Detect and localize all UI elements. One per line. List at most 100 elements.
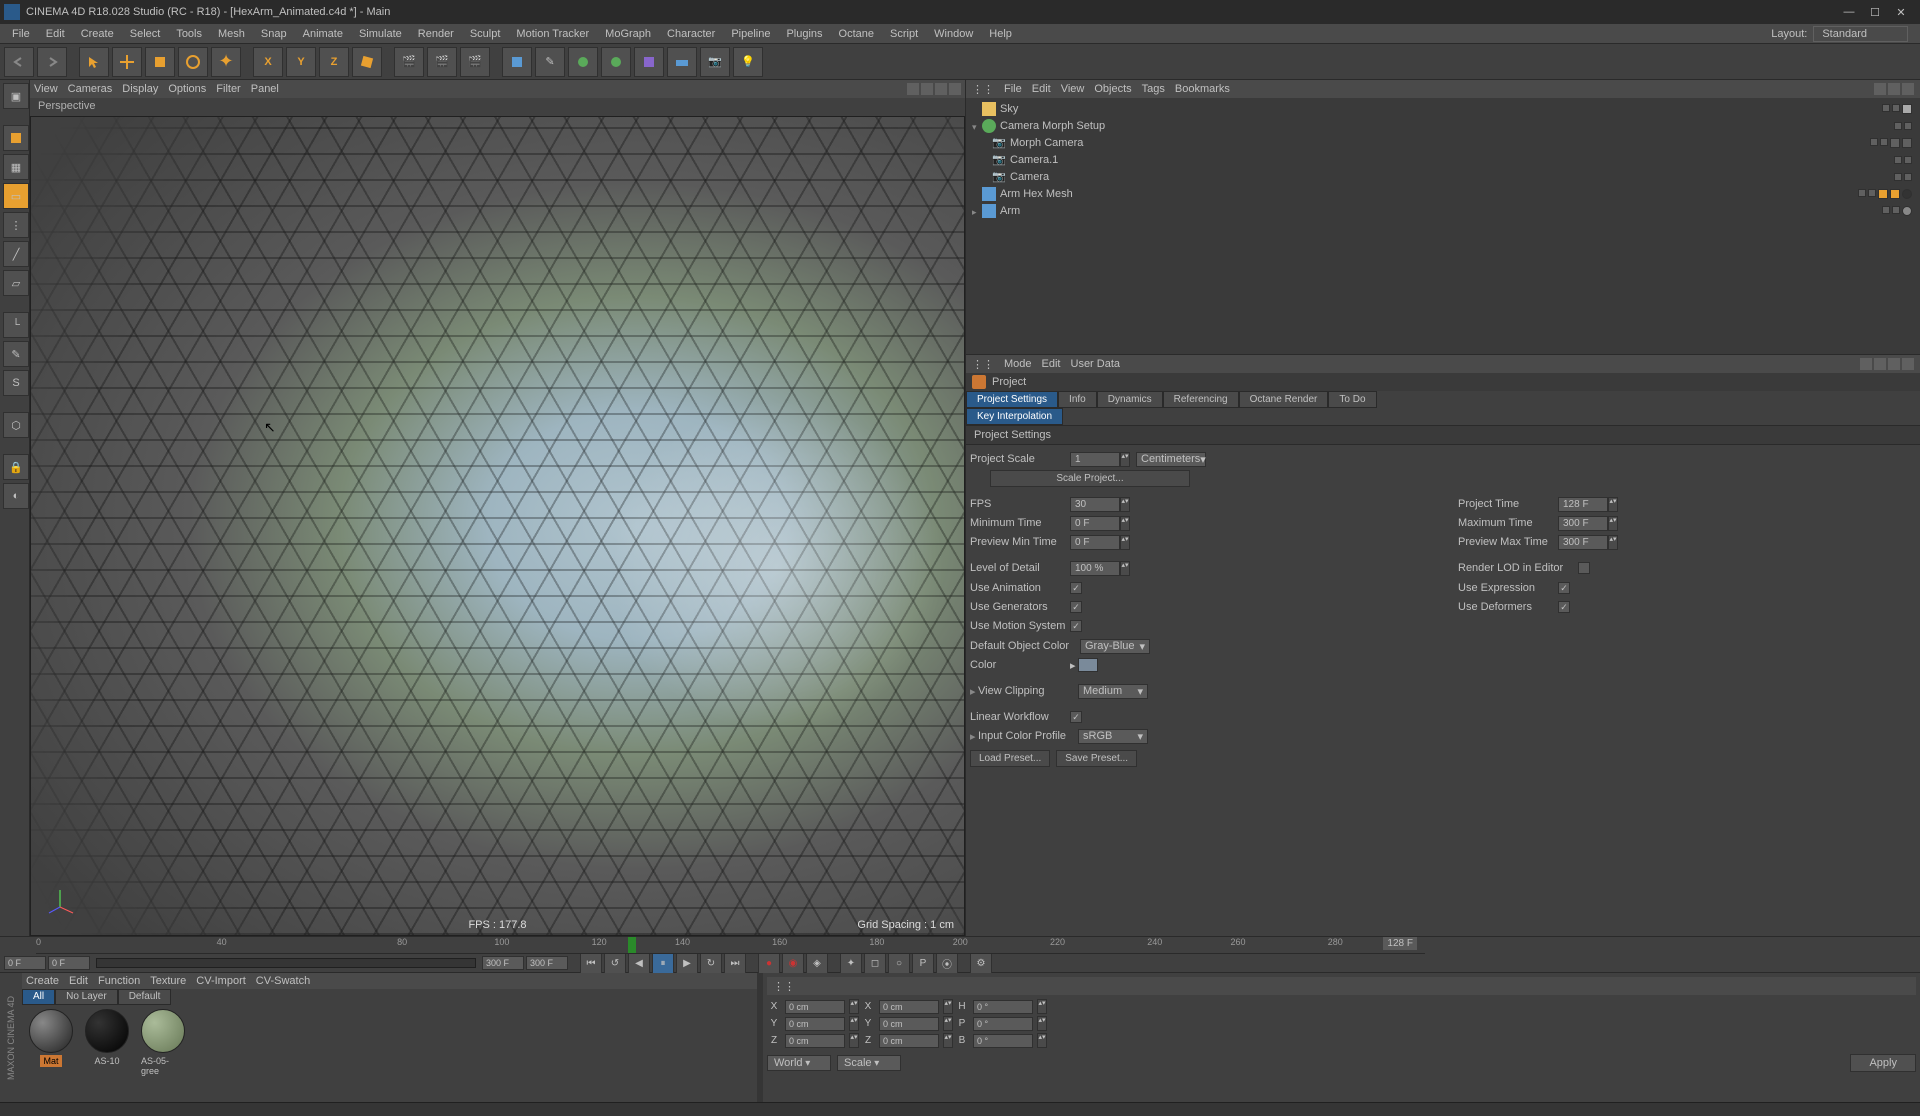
vp-menu-filter[interactable]: Filter [216, 83, 240, 95]
dropdown-input-profile[interactable]: sRGB▾ [1078, 729, 1148, 744]
attr-menu-userdata[interactable]: User Data [1071, 358, 1121, 370]
maximize-icon[interactable]: ☐ [1868, 5, 1882, 19]
menu-motiontracker[interactable]: Motion Tracker [508, 26, 597, 42]
vp-nav-move-icon[interactable] [907, 83, 919, 95]
tab-referencing[interactable]: Referencing [1163, 391, 1239, 408]
add-cube[interactable] [502, 47, 532, 77]
material-as10[interactable]: AS-10 [82, 1009, 132, 1067]
menu-create[interactable]: Create [73, 26, 122, 42]
menu-character[interactable]: Character [659, 26, 723, 42]
dropdown-view-clip[interactable]: Medium▾ [1078, 684, 1148, 699]
menu-help[interactable]: Help [981, 26, 1020, 42]
playhead[interactable] [628, 937, 636, 953]
add-generator[interactable] [601, 47, 631, 77]
load-preset-button[interactable]: Load Preset... [970, 750, 1050, 767]
coord-space-dropdown[interactable]: World ▾ [767, 1055, 831, 1071]
timeline-options-button[interactable]: ⚙ [970, 952, 992, 974]
obj-row-arm-hex[interactable]: Arm Hex Mesh [968, 185, 1918, 202]
vp-nav-toggle-icon[interactable] [949, 83, 961, 95]
coord-size-y[interactable] [879, 1017, 939, 1031]
add-deformer[interactable] [634, 47, 664, 77]
obj-row-arm[interactable]: ▸Arm [968, 202, 1918, 219]
make-editable[interactable]: ▣ [3, 83, 29, 109]
mat-menu-cvimport[interactable]: CV-Import [196, 975, 246, 987]
recent-tool[interactable]: ✦ [211, 47, 241, 77]
key-pla-button[interactable]: ⦿ [936, 952, 958, 974]
color-swatch[interactable] [1078, 658, 1098, 672]
mat-tab-nolayer[interactable]: No Layer [55, 989, 118, 1005]
mat-tab-all[interactable]: All [22, 989, 55, 1005]
check-use-expr[interactable]: ✓ [1558, 582, 1570, 594]
key-scale-button[interactable]: ◻ [864, 952, 886, 974]
obj-menu-edit[interactable]: Edit [1032, 83, 1051, 95]
menu-select[interactable]: Select [122, 26, 169, 42]
vp-menu-cameras[interactable]: Cameras [68, 83, 113, 95]
obj-row-camera[interactable]: 📷Camera [968, 168, 1918, 185]
mat-menu-edit[interactable]: Edit [69, 975, 88, 987]
menu-file[interactable]: File [4, 26, 38, 42]
menu-script[interactable]: Script [882, 26, 926, 42]
mat-tab-default[interactable]: Default [118, 989, 172, 1005]
add-light[interactable]: 💡 [733, 47, 763, 77]
y-axis-lock[interactable]: Y [286, 47, 316, 77]
x-axis-lock[interactable]: X [253, 47, 283, 77]
field-preview-max[interactable] [1558, 535, 1608, 550]
material-shelf[interactable]: Mat AS-10 AS-05-gree [22, 1005, 757, 1102]
dropdown-scale-unit[interactable]: Centimeters▾ [1136, 452, 1206, 467]
vp-menu-view[interactable]: View [34, 83, 58, 95]
grip-icon[interactable]: ⋮⋮ [773, 980, 795, 993]
vp-menu-panel[interactable]: Panel [251, 83, 279, 95]
coord-mode-dropdown[interactable]: Scale ▾ [837, 1055, 901, 1071]
scale-project-button[interactable]: Scale Project... [990, 470, 1190, 487]
grip-icon[interactable]: ⋮⋮ [972, 358, 994, 371]
grip-icon[interactable]: ⋮⋮ [972, 83, 994, 96]
nav-up-icon[interactable] [1888, 358, 1900, 370]
menu-tools[interactable]: Tools [168, 26, 210, 42]
coord-rot-b[interactable] [973, 1034, 1033, 1048]
mat-menu-texture[interactable]: Texture [150, 975, 186, 987]
rotate-tool[interactable] [178, 47, 208, 77]
vp-menu-display[interactable]: Display [122, 83, 158, 95]
coord-size-z[interactable] [879, 1034, 939, 1048]
menu-simulate[interactable]: Simulate [351, 26, 410, 42]
menu-octane[interactable]: Octane [831, 26, 882, 42]
field-fps[interactable] [1070, 497, 1120, 512]
nav-fwd-icon[interactable] [1874, 358, 1886, 370]
poly-mode[interactable]: ▱ [3, 270, 29, 296]
z-axis-lock[interactable]: Z [319, 47, 349, 77]
field-lod[interactable] [1070, 561, 1120, 576]
tab-dynamics[interactable]: Dynamics [1097, 391, 1163, 408]
check-render-lod[interactable] [1578, 562, 1590, 574]
goto-start-button[interactable]: ⏮ [580, 952, 602, 974]
search-icon[interactable] [1874, 83, 1886, 95]
add-pen[interactable]: ✎ [535, 47, 565, 77]
record-button[interactable]: ● [758, 952, 780, 974]
lock-icon[interactable] [1902, 358, 1914, 370]
menu-mesh[interactable]: Mesh [210, 26, 253, 42]
obj-row-morph-camera[interactable]: 📷Morph Camera [968, 134, 1918, 151]
menu-sculpt[interactable]: Sculpt [462, 26, 509, 42]
obj-menu-file[interactable]: File [1004, 83, 1022, 95]
mat-menu-create[interactable]: Create [26, 975, 59, 987]
coord-rot-p[interactable] [973, 1017, 1033, 1031]
point-mode[interactable]: ⋮ [3, 212, 29, 238]
obj-menu-bookmarks[interactable]: Bookmarks [1175, 83, 1230, 95]
attr-menu-edit[interactable]: Edit [1042, 358, 1061, 370]
menu-window[interactable]: Window [926, 26, 981, 42]
snap-toggle[interactable]: S [3, 370, 29, 396]
menu-edit[interactable]: Edit [38, 26, 73, 42]
obj-menu-view[interactable]: View [1061, 83, 1085, 95]
apply-button[interactable]: Apply [1850, 1054, 1916, 1072]
check-use-anim[interactable]: ✓ [1070, 582, 1082, 594]
field-project-time[interactable] [1558, 497, 1608, 512]
menu-pipeline[interactable]: Pipeline [723, 26, 778, 42]
menu-plugins[interactable]: Plugins [778, 26, 830, 42]
goto-prev-key-button[interactable]: ↺ [604, 952, 626, 974]
tab-key-interp[interactable]: Key Interpolation [966, 408, 1063, 425]
obj-row-sky[interactable]: Sky [968, 100, 1918, 117]
field-preview-min[interactable] [1070, 535, 1120, 550]
coord-pos-x[interactable] [785, 1000, 845, 1014]
range-slider[interactable] [96, 958, 476, 968]
field-cur-frame[interactable] [48, 956, 90, 970]
tab-octane[interactable]: Octane Render [1239, 391, 1329, 408]
